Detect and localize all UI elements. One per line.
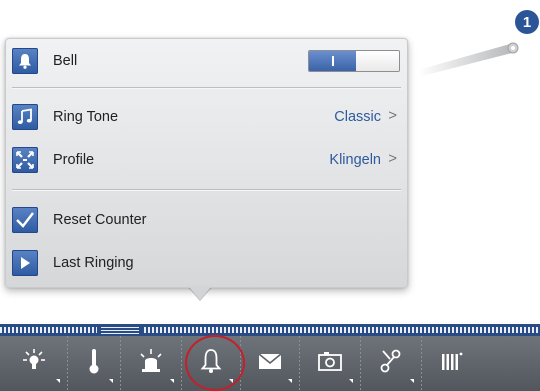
last-ringing-row[interactable]: Last Ringing — [6, 244, 407, 282]
camera-icon — [315, 346, 345, 381]
reset-counter-label: Reset Counter — [53, 212, 147, 228]
bell-row: Bell — [6, 42, 407, 80]
radiator-icon — [436, 346, 466, 381]
toggle-off-segment — [356, 51, 399, 71]
popup-tail — [188, 286, 212, 300]
last-ringing-label: Last Ringing — [53, 255, 134, 271]
bell-toggle[interactable] — [308, 50, 400, 72]
bell-icon — [12, 48, 38, 74]
camera-tool-button[interactable] — [300, 336, 360, 391]
profile-label: Profile — [53, 152, 95, 168]
play-arrow-icon — [12, 250, 38, 276]
profile-icon — [12, 147, 38, 173]
callout-badge: 1 — [515, 10, 539, 34]
toggle-on-segment — [309, 51, 356, 71]
thermometer-icon — [84, 346, 104, 381]
temperature-tool-button[interactable] — [68, 336, 120, 391]
scissors-tools-icon — [376, 346, 406, 381]
highlight-ring — [185, 335, 245, 391]
callout-line — [418, 42, 519, 76]
bell-settings-popup: Bell Ring Tone Classic > Profile Klingel… — [5, 38, 408, 288]
ring-tone-value: Classic — [334, 109, 381, 125]
ring-tone-label: Ring Tone — [53, 109, 119, 125]
chevron-right-icon: > — [388, 107, 397, 124]
chevron-right-icon: > — [388, 150, 397, 167]
divider — [12, 87, 401, 88]
page-indicator-strip — [0, 324, 540, 336]
music-note-icon — [12, 104, 38, 130]
checkmark-icon — [12, 207, 38, 233]
light-tool-button[interactable] — [0, 336, 67, 391]
heating-tool-button[interactable] — [422, 336, 480, 391]
light-bulb-icon — [19, 346, 49, 381]
tools-tool-button[interactable] — [361, 336, 421, 391]
siren-alarm-icon — [136, 346, 166, 381]
function-toolbar — [0, 336, 540, 391]
divider — [12, 189, 401, 190]
envelope-icon — [255, 346, 285, 381]
profile-row[interactable]: Profile Klingeln > — [6, 141, 407, 179]
profile-value: Klingeln — [329, 152, 381, 168]
bell-label: Bell — [53, 53, 78, 69]
ring-tone-row[interactable]: Ring Tone Classic > — [6, 98, 407, 136]
message-tool-button[interactable] — [241, 336, 299, 391]
reset-counter-row[interactable]: Reset Counter — [6, 201, 407, 239]
alarm-tool-button[interactable] — [121, 336, 181, 391]
